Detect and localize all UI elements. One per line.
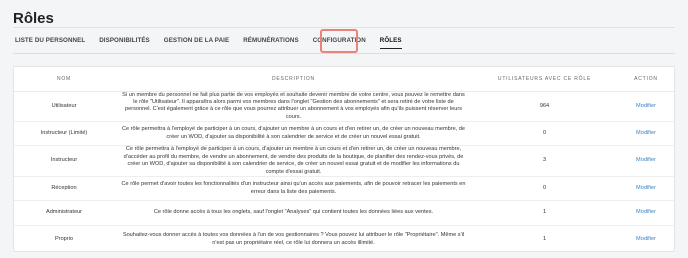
roles-table-card: NOM DESCRIPTION UTILISATEURS AVEC CE RÔL… — [13, 66, 675, 252]
active-tab-highlight — [320, 29, 358, 53]
header-description: DESCRIPTION — [114, 67, 473, 92]
role-user-count: 964 — [473, 91, 616, 123]
role-user-count: 0 — [473, 121, 616, 147]
header-users: UTILISATEURS AVEC CE RÔLE — [473, 67, 616, 92]
role-name: Utilisateur — [14, 91, 114, 123]
role-user-count: 3 — [473, 145, 616, 178]
role-description: Si un membre du personnel ne fait plus p… — [114, 91, 473, 123]
role-user-count: 1 — [473, 200, 616, 227]
table-row: Instructeur Ce rôle permettra à l'employ… — [14, 145, 674, 178]
table-header-row: NOM DESCRIPTION UTILISATEURS AVEC CE RÔL… — [14, 67, 674, 92]
edit-role-link[interactable]: Modifier — [636, 103, 656, 109]
role-name: Proprio — [54, 236, 74, 243]
tab-staff-list[interactable]: LISTE DU PERSONNEL — [8, 33, 92, 49]
table-row: Instructeur (Limité) Ce rôle permettra à… — [14, 121, 674, 147]
edit-role-link[interactable]: Modifier — [636, 185, 656, 191]
header-name: NOM — [14, 67, 114, 92]
role-description: Souhaitez-vous donner accès à toutes vos… — [122, 232, 465, 246]
tab-payroll[interactable]: GESTION DE LA PAIE — [157, 33, 236, 49]
edit-role-link[interactable]: Modifier — [636, 236, 656, 242]
tab-compensation[interactable]: RÉMUNÉRATIONS — [236, 33, 306, 49]
header-action: ACTION — [616, 67, 674, 92]
edit-role-link[interactable]: Modifier — [636, 209, 656, 215]
role-description: Ce rôle donne accès à tous les onglets, … — [114, 200, 473, 227]
table-row: Utilisateur Si un membre du personnel ne… — [14, 91, 674, 123]
role-description: Ce rôle permettra à l'employé de partici… — [114, 121, 473, 147]
table-row: Proprio Souhaitez-vous donner accès à to… — [14, 226, 674, 251]
role-name: Instructeur — [14, 145, 114, 178]
role-name: Instructeur (Limité) — [14, 121, 114, 147]
role-name: Administrateur — [14, 200, 114, 227]
edit-role-link[interactable]: Modifier — [636, 130, 656, 136]
role-name: Réception — [14, 176, 114, 202]
role-description: Ce rôle permet d'avoir toutes les foncti… — [114, 176, 473, 202]
edit-role-link[interactable]: Modifier — [636, 157, 656, 163]
role-description: Ce rôle permettra à l'employé de partici… — [114, 145, 473, 178]
roles-table: NOM DESCRIPTION UTILISATEURS AVEC CE RÔL… — [14, 67, 674, 251]
tab-roles[interactable]: RÔLES — [373, 33, 409, 49]
table-row: Réception Ce rôle permet d'avoir toutes … — [14, 176, 674, 202]
table-row: Administrateur Ce rôle donne accès à tou… — [14, 200, 674, 227]
role-user-count: 0 — [473, 176, 616, 202]
tab-availabilities[interactable]: DISPONIBILITÉS — [92, 33, 157, 49]
title-divider — [13, 27, 675, 28]
page-title: Rôles — [13, 10, 54, 27]
role-user-count: 1 — [542, 236, 547, 243]
tabs-divider — [13, 53, 675, 54]
